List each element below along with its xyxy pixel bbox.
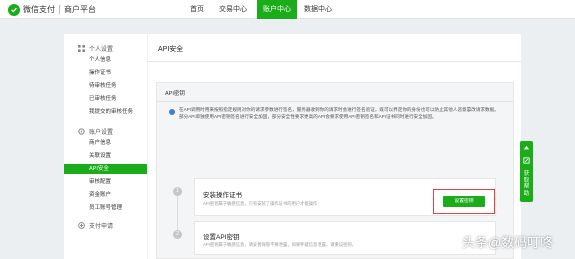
api-key-section: API密钥 在API调用时用来按照指定规则对你的请求参数进行签名，服务器收到你的…	[156, 82, 514, 259]
nav-account-center[interactable]: 账户中心	[257, 0, 297, 19]
sidebar-item-certificate[interactable]: 操作证书	[64, 68, 147, 78]
main-panel: API安全 API密钥 在API调用时用来按照指定规则对你的请求参数进行签名，服…	[148, 34, 521, 259]
sidebar-item-merchant-info[interactable]: 商户信息	[64, 138, 147, 148]
sidebar-item-my-submitted-tasks[interactable]: 我提交的审核任务	[64, 107, 147, 117]
edit-icon[interactable]	[523, 157, 530, 164]
sidebar-group-label: 支付申请	[89, 223, 114, 230]
sidebar-item-pending-tasks[interactable]: 待审核任务	[64, 81, 147, 91]
section-divider	[157, 101, 513, 102]
step-title: 设置API密钥	[203, 234, 240, 241]
sidebar-item-reviewed-tasks[interactable]: 已审核任务	[64, 94, 147, 104]
section-description: 在API调用时用来按照指定规则对你的请求参数进行签名，服务器收到你的请求时会进行…	[179, 107, 499, 119]
step-set-api-key: 设置API密钥 API密钥属于敏感信息，请妥善保管不要泄露，如果怀疑信息泄露，请…	[194, 221, 496, 255]
step-description: API密钥属于敏感信息，只有安装了操作证书的用户才能操作	[203, 201, 318, 206]
arrow-up-icon[interactable]	[523, 145, 530, 152]
nav-data-center[interactable]: 数据中心	[304, 0, 332, 19]
logo-text: 微信支付	[23, 5, 55, 14]
step-number: 2	[173, 230, 182, 239]
sidebar-item-fund-account[interactable]: 资金账户	[64, 190, 147, 200]
logo-subtitle: 商户平台	[64, 5, 96, 14]
step-title: 安装操作证书	[203, 192, 242, 199]
sidebar-group-payment-apply[interactable]: 支付申请	[64, 220, 147, 230]
logo[interactable]: 微信支付 商户平台	[8, 3, 96, 16]
section-title: API密钥	[165, 91, 185, 97]
gear-icon	[78, 127, 85, 135]
logo-divider	[59, 5, 60, 14]
sidebar-group-label: 账户设置	[89, 129, 114, 136]
page-title: API安全	[158, 46, 184, 53]
step-description: API密钥属于敏感信息，请妥善保管不要泄露，如果怀疑信息泄露，请重设密钥。	[203, 242, 357, 247]
sidebar-item-review-config[interactable]: 审核配置	[64, 177, 147, 187]
top-nav: 微信支付 商户平台 首页 交易中心 账户中心 数据中心	[0, 0, 575, 19]
sidebar-item-personal-info[interactable]: 个人信息	[64, 55, 147, 65]
sidebar-item-association[interactable]: 关联设置	[64, 151, 147, 161]
plus-circle-icon	[78, 221, 85, 229]
sidebar: 个人设置 个人信息 操作证书 待审核任务 已审核任务 我提交的审核任务 账户设置…	[64, 34, 147, 259]
help-float-bar[interactable]: 获取帮助	[520, 141, 533, 202]
nav-home[interactable]: 首页	[190, 0, 204, 19]
sidebar-group-personal[interactable]: 个人设置	[64, 43, 147, 53]
nav-transactions[interactable]: 交易中心	[219, 0, 247, 19]
set-key-button[interactable]: 设置密钥	[443, 196, 485, 207]
watermark: 头条@数码叮咚	[462, 235, 554, 250]
sidebar-item-api-security[interactable]: API安全	[64, 164, 147, 174]
sidebar-group-account[interactable]: 账户设置	[64, 126, 147, 136]
wechat-pay-logo-icon	[8, 3, 20, 16]
info-icon	[169, 109, 175, 115]
sidebar-group-label: 个人设置	[89, 46, 114, 53]
title-divider	[148, 61, 521, 62]
help-label[interactable]: 获取帮助	[523, 171, 530, 197]
sidebar-item-staff-accounts[interactable]: 员工账号管理	[64, 203, 147, 213]
step-number: 1	[173, 187, 182, 196]
grid-icon	[78, 44, 85, 52]
